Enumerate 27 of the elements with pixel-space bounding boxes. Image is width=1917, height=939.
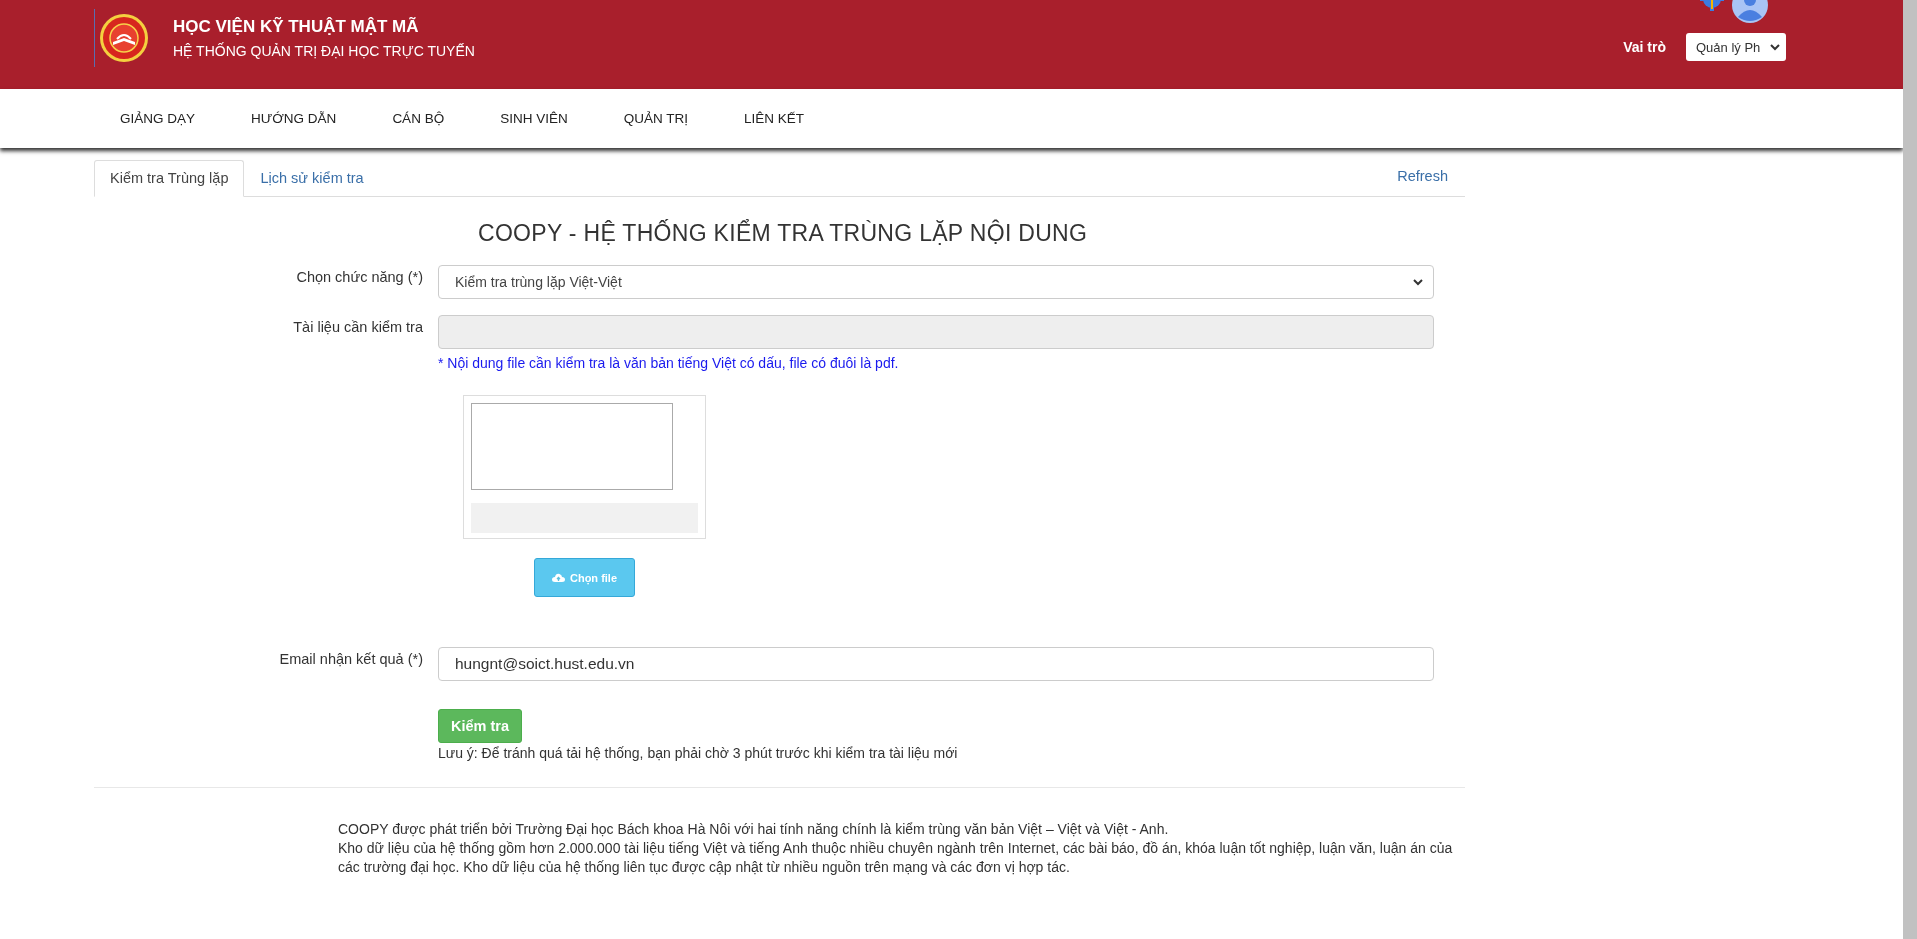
nav-menu-item[interactable]: GIẢNG DẠY	[120, 111, 195, 126]
nav-menu-item[interactable]: SINH VIÊN	[500, 111, 568, 126]
chevron-down-icon	[1413, 278, 1423, 286]
academy-title: HỌC VIỆN KỸ THUẬT MẬT MÃ	[173, 17, 420, 37]
notice-text: Lưu ý: Để tránh quá tải hệ thống, bạn phải chờ 3 phút trước khi kiểm tra tài liệu mới	[438, 745, 959, 761]
academy-logo-icon	[99, 13, 149, 63]
system-subtitle: HỆ THỐNG QUẢN TRỊ ĐẠI HỌC TRỰC TUYẾN	[173, 43, 475, 59]
file-hint: * Nội dung file cần kiểm tra là văn bản tiếng Việt có dấu, file có đuôi là pdf.	[438, 355, 900, 371]
field-label: Email nhận kết quả (*)	[278, 650, 424, 669]
chevron-down-icon	[1770, 43, 1780, 51]
role-dropdown[interactable]: Quản lý Ph	[1686, 33, 1786, 61]
function-dropdown[interactable]: Kiểm tra trùng lặp Việt-Việt	[438, 265, 1434, 299]
tab[interactable]: Lịch sử kiểm tra	[244, 160, 380, 197]
field-label: Chọn chức năng (*)	[295, 268, 424, 287]
about-paragraph: COOPY được phát triển bởi Trường Đại học Bách khoa Hà Nôi với hai tính năng chính là kiểm trùng văn bản Việt – Việt và Việt - Anh.	[338, 820, 1170, 839]
email-input[interactable]: hungnt@soict.hust.edu.vn	[438, 647, 1434, 681]
nav-menu-item[interactable]: HƯỚNG DẪN	[251, 111, 337, 126]
nav-menu-item[interactable]: QUẢN TRỊ	[623, 111, 688, 126]
field-label: Tài liệu cần kiểm tra	[292, 318, 424, 337]
refresh-link[interactable]: Refresh	[1397, 168, 1465, 196]
cloud-upload-icon	[551, 572, 565, 583]
nav-menu-item[interactable]: CÁN BỘ	[392, 111, 445, 126]
nav-menu-item[interactable]: LIÊN KẾT	[743, 111, 804, 126]
tab[interactable]: Kiểm tra Trùng lặp	[94, 160, 245, 197]
role-label: Vai trò	[1623, 39, 1666, 55]
page-heading: COOPY - HỆ THỐNG KIỂM TRA TRÙNG LẶP NỘI DUNG	[478, 220, 1089, 247]
about-paragraph: Kho dữ liệu của hệ thống gồm hơn 2.000.000 tài liệu tiếng Việt và tiếng Anh thuộc nhiều chuyên ngành trên Internet, các bài báo, đồ án, khóa luận tốt nghiệp, luận văn, luận án của các trường đại học. Kho dữ liệu của hệ thống liên tục được cập nhật từ nhiều nguồn trên mạng và các đơn vị hợp tác.	[338, 839, 1454, 877]
